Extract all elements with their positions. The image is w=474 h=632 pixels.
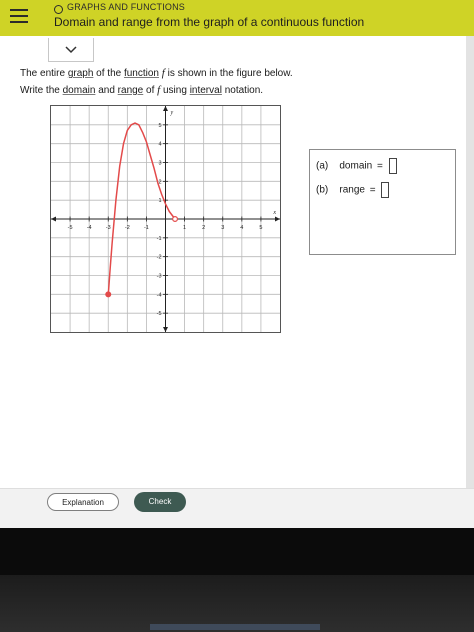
screen: GRAPHS AND FUNCTIONS Domain and range fr… xyxy=(0,0,474,528)
question-line-2: Write the domain and range of f using in… xyxy=(20,84,263,96)
y-tick-label: -4 xyxy=(157,292,162,298)
y-tick-label: -3 xyxy=(157,274,162,280)
x-tick-label: 3 xyxy=(221,225,224,231)
function-link[interactable]: function xyxy=(124,68,159,79)
question-line-1: The entire graph of the function f is sh… xyxy=(20,67,293,79)
x-tick-label: -3 xyxy=(106,225,111,231)
prompt-text: notation. xyxy=(221,85,264,96)
closed-endpoint xyxy=(105,291,112,298)
y-tick-label: 4 xyxy=(158,142,161,148)
x-tick-label: 2 xyxy=(202,225,205,231)
prompt-text: of xyxy=(143,85,158,96)
y-tick-label: 1 xyxy=(158,198,161,204)
x-tick-label: 5 xyxy=(259,225,262,231)
y-tick-label: -1 xyxy=(157,236,162,242)
y-tick-label: 3 xyxy=(158,161,161,167)
y-axis-label: y xyxy=(170,110,174,116)
graph-link[interactable]: graph xyxy=(68,68,94,79)
prompt-text: using xyxy=(160,85,190,96)
answer-b-label: (b) xyxy=(316,184,329,196)
equals-sign: = xyxy=(376,160,383,172)
x-axis-label: x xyxy=(272,210,276,216)
x-tick-label: -5 xyxy=(68,225,73,231)
check-button[interactable]: Check xyxy=(134,492,186,512)
range-link[interactable]: range xyxy=(118,85,144,96)
explanation-button[interactable]: Explanation xyxy=(47,493,119,511)
domain-link[interactable]: domain xyxy=(63,85,96,96)
equals-sign: = xyxy=(369,184,376,196)
y-tick-label: 5 xyxy=(158,123,161,129)
prompt-text: is shown in the figure below. xyxy=(164,68,293,79)
prompt-text: The entire xyxy=(20,68,68,79)
x-tick-label: 4 xyxy=(240,225,243,231)
prompt-text: Write the xyxy=(20,85,63,96)
open-endpoint xyxy=(172,215,179,222)
y-tick-label: -2 xyxy=(157,255,162,261)
x-tick-label: 1 xyxy=(183,225,186,231)
x-tick-label: -1 xyxy=(144,225,149,231)
x-tick-label: -4 xyxy=(87,225,92,231)
function-graph: -5 -4 -3 -2 -1 1 2 3 4 554321-1-2-3-4-5xy xyxy=(50,105,281,333)
prompt-text: and xyxy=(95,85,118,96)
range-row: (b) range = xyxy=(316,182,390,198)
y-tick-label: -5 xyxy=(157,311,162,317)
interval-link[interactable]: interval xyxy=(190,85,222,96)
range-input[interactable] xyxy=(381,182,390,198)
prompt-text: of the xyxy=(93,68,124,79)
keyboard-edge xyxy=(150,624,320,630)
answer-panel: (a) domain = (b) range = xyxy=(309,149,456,255)
domain-label: domain xyxy=(339,160,373,172)
range-label: range xyxy=(339,184,365,196)
domain-row: (a) domain = xyxy=(316,158,397,174)
x-tick-label: -2 xyxy=(125,225,130,231)
domain-input[interactable] xyxy=(388,158,397,174)
answer-a-label: (a) xyxy=(316,160,329,172)
